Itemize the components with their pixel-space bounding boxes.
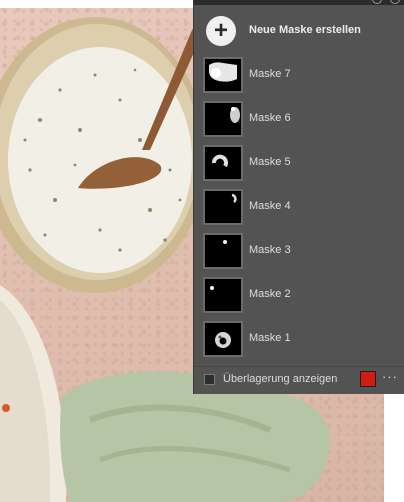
mask-item-4[interactable]: Maske 4	[194, 187, 404, 227]
mask-item-2[interactable]: Maske 2	[194, 275, 404, 315]
mask-thumbnail	[203, 101, 243, 137]
mask-1-preview	[205, 323, 241, 355]
panel-titlebar	[194, 0, 404, 5]
mask-item-5[interactable]: Maske 5	[194, 143, 404, 183]
panel-footer: Überlagerung anzeigen ···	[194, 366, 404, 395]
new-mask-label: Neue Maske erstellen	[249, 24, 361, 36]
help-icon[interactable]	[372, 0, 382, 4]
mask-thumbnail	[203, 189, 243, 225]
mask-label: Maske 4	[249, 200, 291, 212]
mask-thumbnail	[203, 145, 243, 181]
mask-item-6[interactable]: Maske 6	[194, 99, 404, 139]
mask-label: Maske 3	[249, 244, 291, 256]
mask-item-7[interactable]: Maske 7	[194, 55, 404, 95]
mask-label: Maske 2	[249, 288, 291, 300]
mask-thumbnail	[203, 57, 243, 93]
more-dots-icon[interactable]: ···	[382, 368, 398, 386]
mask-6-preview	[205, 103, 241, 135]
mask-label: Maske 5	[249, 156, 291, 168]
mask-thumbnail	[203, 233, 243, 269]
mask-item-1[interactable]: Maske 1	[194, 319, 404, 359]
plus-icon[interactable]: +	[206, 16, 236, 46]
mask-label: Maske 6	[249, 112, 291, 124]
mask-label: Maske 7	[249, 68, 291, 80]
mask-thumbnail	[203, 277, 243, 313]
masks-panel: + Neue Maske erstellen Maske 7 Maske 6 M…	[193, 0, 404, 394]
mask-label: Maske 1	[249, 332, 291, 344]
new-mask-button[interactable]: + Neue Maske erstellen	[194, 16, 404, 48]
overlay-color-swatch[interactable]	[360, 371, 376, 387]
overlay-label: Überlagerung anzeigen	[223, 373, 338, 385]
overlay-checkbox[interactable]	[204, 374, 215, 385]
mask-7-preview	[205, 59, 241, 91]
close-icon[interactable]	[390, 0, 400, 4]
mask-2-preview	[205, 279, 241, 311]
mask-thumbnail	[203, 321, 243, 357]
mask-5-preview	[205, 147, 241, 179]
mask-4-preview	[205, 191, 241, 223]
mask-item-3[interactable]: Maske 3	[194, 231, 404, 271]
mask-3-preview	[205, 235, 241, 267]
